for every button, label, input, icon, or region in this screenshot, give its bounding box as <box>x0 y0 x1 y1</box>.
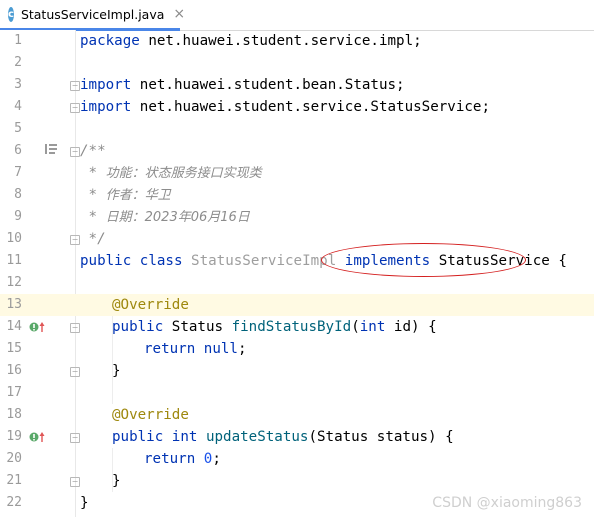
code-line-9: * 日期：2023年06月16日 <box>80 209 250 225</box>
code-line-16: } <box>112 363 121 379</box>
line-number: 11 <box>6 253 22 268</box>
line-number: 13 <box>6 297 22 312</box>
implementing-method-icon[interactable] <box>29 320 47 334</box>
code-line-1: package net.huawei.student.service.impl; <box>80 33 422 49</box>
line-number: 6 <box>14 143 22 158</box>
code-line-10: */ <box>80 231 106 247</box>
highlight-oval <box>321 243 526 277</box>
current-line-highlight <box>0 294 594 316</box>
line-number: 8 <box>14 187 22 202</box>
java-class-icon: c <box>8 6 14 22</box>
fold-marker-icon[interactable]: − <box>70 147 80 157</box>
fold-marker-icon[interactable]: − <box>70 103 80 113</box>
code-line-20: return 0; <box>144 451 221 467</box>
code-line-13: @Override <box>112 297 189 313</box>
line-number: 1 <box>14 33 22 48</box>
line-number: 21 <box>6 473 22 488</box>
line-number: 10 <box>6 231 22 246</box>
tab-statusserviceimpl[interactable]: c StatusServiceImpl.java × <box>0 0 185 31</box>
code-line-4: import net.huawei.student.service.Status… <box>80 99 490 115</box>
line-number: 16 <box>6 363 22 378</box>
line-number: 17 <box>6 385 22 400</box>
code-line-22: } <box>80 495 89 511</box>
rendered-doc-icon[interactable] <box>44 143 58 155</box>
line-number: 2 <box>14 55 22 70</box>
code-line-8: * 作者：华卫 <box>80 187 171 203</box>
fold-marker-icon[interactable]: − <box>70 81 80 91</box>
code-line-6: /** <box>80 143 106 159</box>
code-line-18: @Override <box>112 407 189 423</box>
line-number: 4 <box>14 99 22 114</box>
line-number: 9 <box>14 209 22 224</box>
watermark: CSDN @xiaoming863 <box>432 495 582 511</box>
code-line-21: } <box>112 473 121 489</box>
code-line-14: public Status findStatusById(int id) { <box>112 319 437 335</box>
tab-label: StatusServiceImpl.java <box>20 6 165 22</box>
fold-marker-icon[interactable]: − <box>70 323 80 333</box>
code-line-3: import net.huawei.student.bean.Status; <box>80 77 405 93</box>
fold-marker-icon[interactable]: − <box>70 367 80 377</box>
fold-marker-icon[interactable]: − <box>70 433 80 443</box>
fold-marker-icon[interactable]: − <box>70 477 80 487</box>
line-number: 20 <box>6 451 22 466</box>
code-line-7: * 功能：状态服务接口实现类 <box>80 165 262 181</box>
fold-marker-icon[interactable]: − <box>70 235 80 245</box>
implementing-method-icon[interactable] <box>29 430 47 444</box>
code-editor[interactable]: 1 2 3 4 5 6 7 8 9 10 11 12 13 14 15 16 17 18 19 20 21 22 − − … <box>0 30 594 517</box>
line-number: 18 <box>6 407 22 422</box>
line-number: 22 <box>6 495 22 510</box>
code-line-15: return null; <box>144 341 247 357</box>
line-number: 5 <box>14 121 22 136</box>
line-number: 15 <box>6 341 22 356</box>
line-number: 14 <box>6 319 22 334</box>
code-line-19: public int updateStatus(Status status) { <box>112 429 454 445</box>
close-icon[interactable]: × <box>173 6 185 22</box>
line-number: 3 <box>14 77 22 92</box>
line-number: 7 <box>14 165 22 180</box>
line-number: 19 <box>6 429 22 444</box>
editor-tab-bar: c StatusServiceImpl.java × <box>0 0 594 31</box>
line-number: 12 <box>6 275 22 290</box>
